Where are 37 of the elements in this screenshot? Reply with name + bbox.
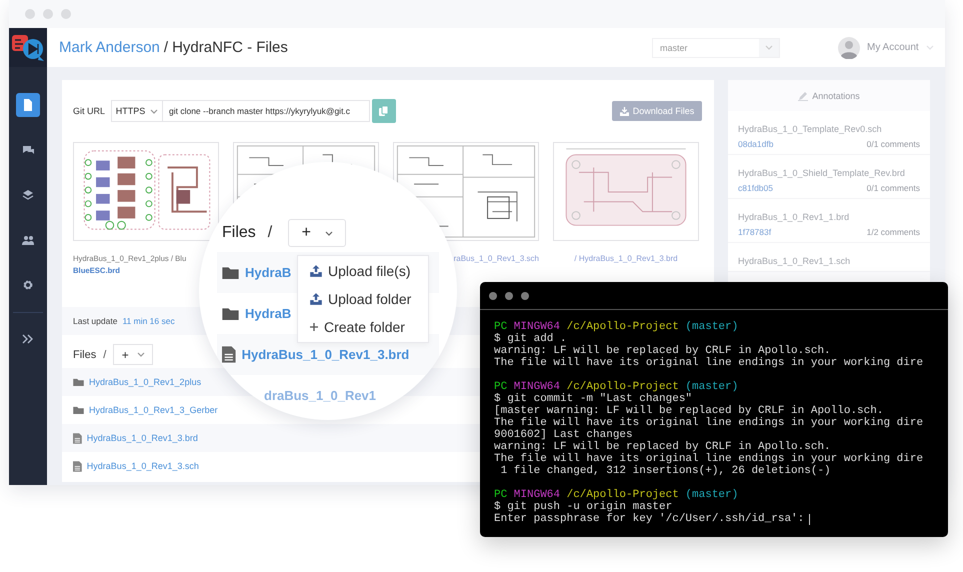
- comment-count: 0/1 comments: [866, 139, 920, 149]
- terminal-line: warning: LF will be replaced by CRLF in Apollo.sch.: [494, 345, 832, 357]
- prompt-host: MINGW64: [514, 489, 560, 501]
- terminal-line: $ git commit -m "Last changes": [494, 393, 694, 405]
- breadcrumb-separator: /: [164, 39, 168, 56]
- status-label: Last update: [73, 316, 118, 326]
- prompt-path: /c/Apollo-Project: [566, 381, 679, 393]
- breadcrumb-separator: /: [268, 224, 272, 242]
- breadcrumb-separator: /: [103, 348, 106, 360]
- panel-title: Annotations: [812, 90, 860, 100]
- terminal-line: 9001602] Last changes: [494, 429, 634, 441]
- prompt-path: /c/Apollo-Project: [566, 321, 679, 333]
- file-path: / HydraBus_1_0_Rev1_3.brd: [573, 253, 679, 265]
- prompt-user: PC: [494, 489, 508, 501]
- terminal-line: $ git add .: [494, 333, 568, 345]
- page-title: HydraNFC - Files: [172, 39, 288, 56]
- terminal-line: [master warning: LF will be replaced by CRLF in Apollo.sch.: [494, 405, 884, 417]
- terminal-line: $ git push -u origin master: [494, 501, 674, 513]
- prompt-branch: (master): [685, 321, 738, 333]
- status-value: 11 min 16 sec: [122, 316, 175, 326]
- comment-count: 1/2 comments: [866, 227, 920, 237]
- terminal-line: 1 file changed, 312 insertions(+), 26 deletions(-): [500, 465, 832, 477]
- prompt-host: MINGW64: [514, 381, 560, 393]
- prompt-user: PC: [494, 321, 508, 333]
- section-title: Files: [73, 348, 96, 360]
- section-title: Files: [222, 224, 256, 242]
- terminal-line: The file will have its original line endings in your working dire: [494, 357, 924, 369]
- comment-count: 0/1 comments: [866, 183, 920, 193]
- prompt-user: PC: [494, 381, 508, 393]
- terminal-line: Enter passphrase for key '/c/User/.ssh/id_rsa':: [494, 513, 804, 525]
- file-path: raBus_1_0_Rev1_3.sch: [452, 253, 539, 265]
- prompt-branch: (master): [685, 489, 738, 501]
- terminal-line: The file will have its original line endings in your working dire: [494, 453, 924, 465]
- prompt-path: /c/Apollo-Project: [566, 489, 679, 501]
- prompt-branch: (master): [685, 381, 738, 393]
- prompt-host: MINGW64: [514, 321, 560, 333]
- field-label: Git URL: [73, 106, 106, 116]
